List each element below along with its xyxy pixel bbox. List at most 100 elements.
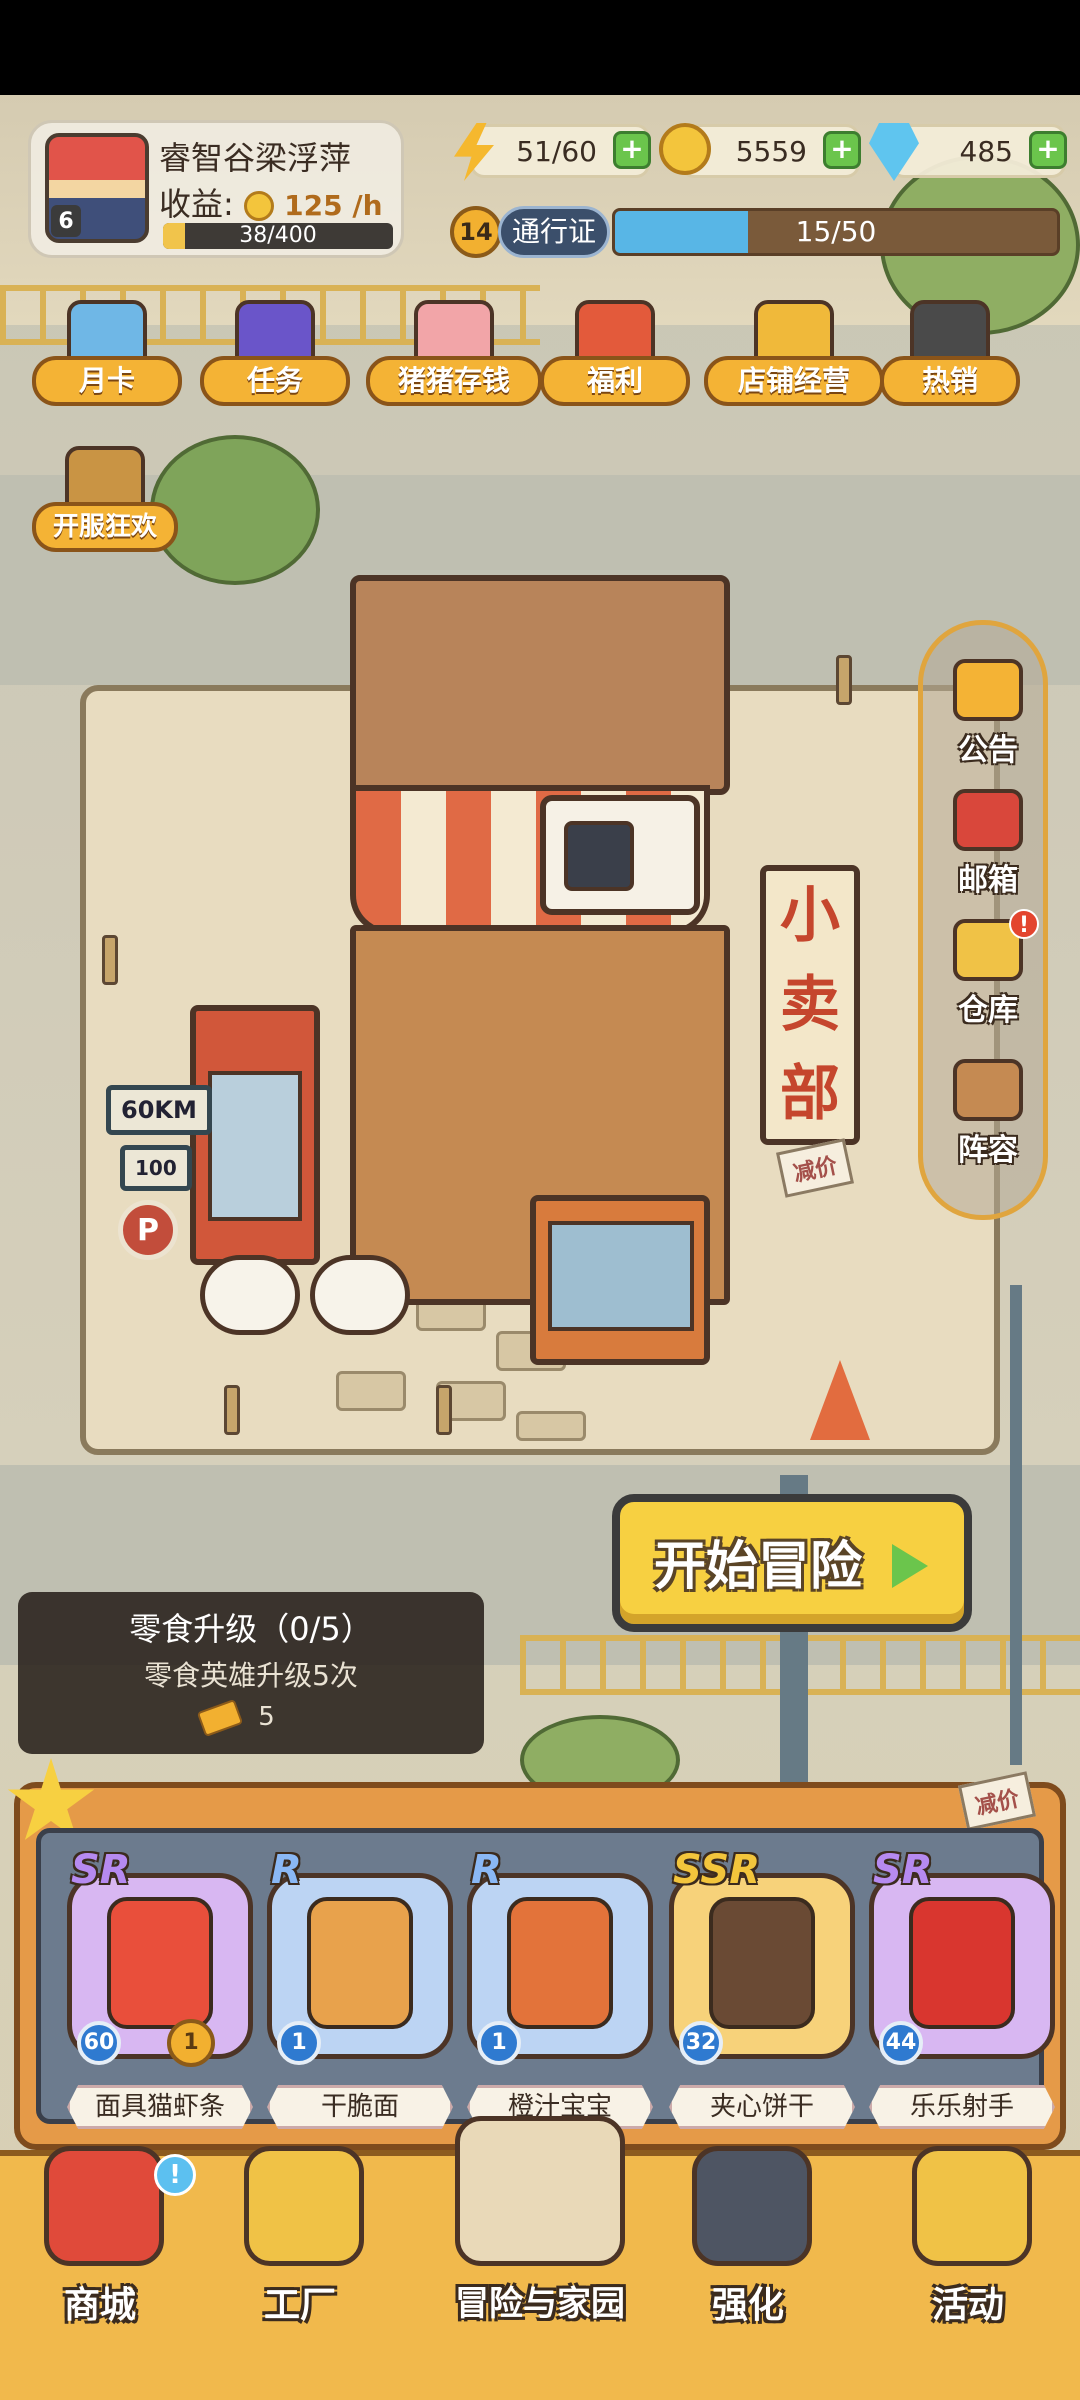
- hero-rarity: SR: [873, 1847, 933, 1893]
- claw-machine[interactable]: [530, 1195, 710, 1365]
- lineup-button[interactable]: 阵容: [923, 1055, 1053, 1175]
- hero-card[interactable]: SR 60 1 面具猫虾条: [67, 1847, 253, 2133]
- quest-title: 零食升级（0/5）: [129, 1610, 373, 1648]
- speed-limit-sign: 60KM: [106, 1085, 212, 1135]
- pass-progress-text: 15/50: [795, 215, 877, 248]
- shop-sign-char-3: 部: [780, 1059, 840, 1130]
- shop-management-label: 店铺经营: [704, 356, 884, 406]
- player-name: 睿智谷梁浮萍: [159, 139, 352, 177]
- task-label: 任务: [200, 356, 350, 406]
- hero-card-tray: SR 60 1 面具猫虾条 R 1 干脆面 R 1 橙汁宝宝 SSR 32 夹心饼干 SR 44 乐乐射手: [36, 1828, 1055, 2129]
- paving-stone: [516, 1411, 586, 1441]
- warehouse-label: 仓库: [958, 993, 1018, 1028]
- gem-counter[interactable]: 485 +: [869, 123, 1067, 181]
- store-alert-badge: !: [154, 2154, 196, 2196]
- shop-sign: 小 卖 部: [760, 865, 860, 1145]
- player-profile-card[interactable]: 6 睿智谷梁浮萍 收益: 125 /h 38/400: [28, 120, 404, 258]
- sheep-worker[interactable]: [310, 1255, 410, 1335]
- hot-sales-button[interactable]: 热销: [880, 300, 1020, 410]
- nav-upgrade-label: 强化: [711, 2285, 784, 2326]
- welfare-button[interactable]: 福利: [540, 300, 690, 410]
- vending-machine[interactable]: [190, 1005, 320, 1265]
- vending-glass: [208, 1071, 302, 1221]
- hero-star-badge: 1: [167, 2019, 215, 2067]
- gem-value: 485: [959, 135, 1013, 168]
- hero-portrait: [909, 1897, 1015, 2029]
- player-avatar[interactable]: 6: [45, 133, 149, 243]
- bottom-navigation: ! 商城 工厂 冒险与家园 强化 活动: [0, 2116, 1080, 2400]
- hero-level: 60: [77, 2021, 121, 2065]
- shop-management-button[interactable]: 店铺经营: [704, 300, 884, 410]
- quest-panel[interactable]: 零食升级（0/5） 零食英雄升级5次 5: [18, 1592, 484, 1754]
- income-value: 125 /h: [284, 189, 383, 222]
- coin-icon: [243, 191, 274, 221]
- hero-name: 乐乐射手: [869, 2085, 1055, 2129]
- hero-portrait: [709, 1897, 815, 2029]
- pass-progress-bar: 15/50: [612, 208, 1060, 256]
- hero-portrait: [107, 1897, 213, 2029]
- event-trumpet-icon: [912, 2146, 1032, 2266]
- pass-level-badge: 14: [450, 206, 502, 258]
- nav-store-label: 商城: [63, 2285, 136, 2326]
- month-card-button[interactable]: 月卡: [32, 300, 182, 410]
- hero-card[interactable]: R 1 干脆面: [267, 1847, 453, 2133]
- nav-factory-label: 工厂: [263, 2285, 336, 2326]
- hero-rarity: R: [271, 1847, 302, 1893]
- launch-carnival-button[interactable]: 开服狂欢: [32, 446, 178, 556]
- warehouse-button[interactable]: ! 仓库: [923, 909, 1053, 1035]
- adventure-home-icon: [455, 2116, 625, 2266]
- coin-counter[interactable]: 5559 +: [659, 123, 861, 178]
- task-button[interactable]: 任务: [200, 300, 350, 410]
- gold-coin-icon: [659, 123, 711, 175]
- paving-stone: [336, 1371, 406, 1411]
- hero-card[interactable]: SSR 32 夹心饼干: [669, 1847, 855, 2133]
- income-row: 收益: 125 /h: [159, 179, 383, 225]
- add-coins-button[interactable]: +: [823, 131, 861, 169]
- hero-name: 面具猫虾条: [67, 2085, 253, 2129]
- nav-tab-store[interactable]: ! 商城: [0, 2146, 200, 2400]
- mailbox-label: 邮箱: [958, 863, 1018, 898]
- xp-bar: 38/400: [163, 223, 393, 249]
- shop-roof: [350, 575, 730, 795]
- add-energy-button[interactable]: +: [613, 131, 651, 169]
- nav-events-label: 活动: [931, 2285, 1004, 2326]
- hero-rarity: R: [471, 1847, 502, 1893]
- piggy-bank-button[interactable]: 猪猪存钱: [366, 300, 542, 410]
- nav-tab-events[interactable]: 活动: [868, 2146, 1068, 2400]
- nav-tab-upgrade[interactable]: 强化: [648, 2146, 848, 2400]
- quest-reward: 5: [196, 1698, 275, 1737]
- start-adventure-button[interactable]: 开始冒险: [612, 1494, 972, 1632]
- energy-counter[interactable]: 51/60 +: [454, 123, 651, 181]
- bollard: [102, 935, 118, 985]
- welfare-label: 福利: [540, 356, 690, 406]
- snack-shop[interactable]: 小 卖 部 减价: [190, 575, 860, 1375]
- street-lamp: [1010, 1285, 1022, 1765]
- shop-sign-char-1: 小: [780, 880, 840, 951]
- add-gems-button[interactable]: +: [1029, 131, 1067, 169]
- mailbox-button[interactable]: 邮箱: [923, 785, 1053, 905]
- hot-sales-label: 热销: [880, 356, 1020, 406]
- hero-portrait: [307, 1897, 413, 2029]
- side-menu: 公告 邮箱 ! 仓库 阵容: [918, 620, 1048, 1220]
- hero-rarity: SR: [71, 1847, 131, 1893]
- launch-carnival-label: 开服狂欢: [32, 502, 178, 552]
- hero-lineup-panel: 减价 SR 60 1 面具猫虾条 R 1 干脆面 R 1 橙汁宝宝 SSR 32 夹心饼干 SR 44 乐乐射…: [7, 1758, 1066, 2150]
- upgrade-robot-icon: [692, 2146, 812, 2266]
- hero-name: 夹心饼干: [669, 2085, 855, 2129]
- quest-description: 零食英雄升级5次: [144, 1659, 358, 1692]
- month-card-label: 月卡: [32, 356, 182, 406]
- hero-card[interactable]: R 1 橙汁宝宝: [467, 1847, 653, 2133]
- battle-pass-button[interactable]: 通行证: [498, 206, 610, 258]
- hero-portrait: [507, 1897, 613, 2029]
- nav-tab-adventure-home[interactable]: 冒险与家园: [440, 2116, 640, 2400]
- announcement-button[interactable]: 公告: [923, 655, 1053, 775]
- coin-value: 5559: [735, 135, 807, 168]
- shop-sign-char-2: 卖: [780, 969, 840, 1040]
- hero-card[interactable]: SR 44 乐乐射手: [869, 1847, 1055, 2133]
- fan-grille: [564, 821, 634, 891]
- ticket-icon: [196, 1698, 244, 1737]
- sheep-worker[interactable]: [200, 1255, 300, 1335]
- hero-level: 1: [277, 2021, 321, 2065]
- nav-tab-factory[interactable]: 工厂: [200, 2146, 400, 2400]
- income-label: 收益:: [159, 185, 234, 223]
